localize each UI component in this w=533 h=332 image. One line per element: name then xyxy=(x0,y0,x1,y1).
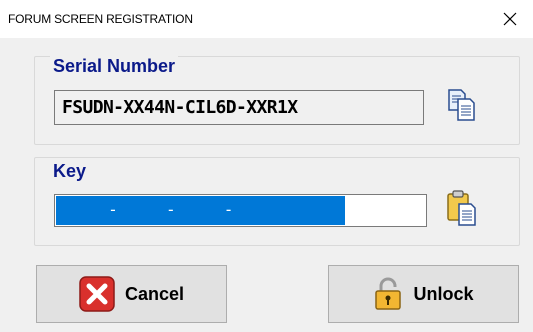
title-bar: FORUM SCREEN REGISTRATION xyxy=(0,0,533,38)
unlock-button[interactable]: Unlock xyxy=(328,265,519,323)
copy-serial-button[interactable] xyxy=(445,86,479,124)
close-icon xyxy=(503,12,517,26)
key-label: Key xyxy=(50,161,90,182)
key-input-value: - - - xyxy=(56,196,345,225)
registration-dialog: FORUM SCREEN REGISTRATION Serial Number … xyxy=(0,0,533,332)
red-x-icon xyxy=(79,276,115,312)
paste-key-button[interactable] xyxy=(445,188,479,226)
serial-number-field[interactable]: FSUDN-XX44N-CIL6D-XXR1X xyxy=(54,90,424,125)
window-title: FORUM SCREEN REGISTRATION xyxy=(8,12,193,26)
key-input[interactable]: - - - xyxy=(54,194,427,227)
close-button[interactable] xyxy=(487,0,533,38)
padlock-icon xyxy=(373,277,403,311)
paste-icon xyxy=(447,190,476,226)
copy-icon xyxy=(448,89,475,121)
cancel-label: Cancel xyxy=(124,283,185,304)
unlock-label: Unlock xyxy=(413,283,474,304)
cancel-button[interactable]: Cancel xyxy=(36,265,227,323)
serial-number-label: Serial Number xyxy=(50,56,179,77)
